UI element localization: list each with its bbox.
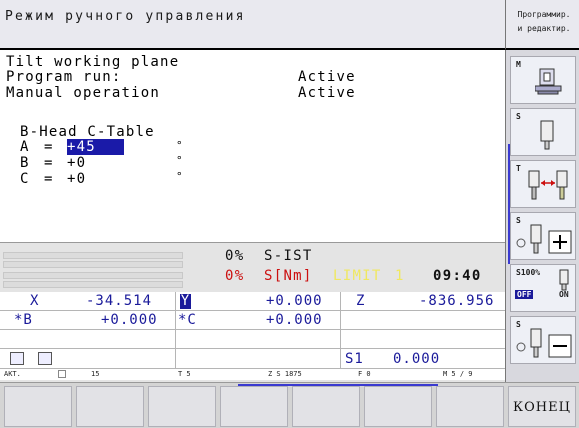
position-display: X -34.514 Y +0.000 Z -836.956 *B +0.000 … — [0, 292, 505, 349]
softkey-spindle[interactable]: S — [510, 108, 576, 156]
softkey-scroll-indicator — [508, 144, 510, 264]
tool-t-value: T 5 — [178, 370, 191, 378]
softkey-spindle-override[interactable]: S100% OFF ON — [510, 264, 576, 312]
axis-a-unit: ° — [176, 139, 183, 152]
axis-c-label: C — [20, 171, 30, 187]
tool-number: 15 — [91, 370, 100, 378]
axis-c-input[interactable]: +0 — [67, 171, 86, 187]
axis-a-input[interactable]: +45 — [67, 139, 124, 155]
position-row-empty — [0, 330, 505, 349]
header-bar: Режим ручного управления — [0, 0, 505, 50]
axis-c-unit: ° — [176, 170, 183, 183]
softkey-7[interactable] — [436, 386, 504, 427]
axis-b-eq: = — [44, 155, 54, 171]
s-ist-bar-secondary — [3, 261, 183, 268]
tilt-working-plane-panel: Tilt working plane Program run: Active M… — [0, 50, 505, 242]
akt-label: AKT. — [4, 370, 21, 378]
spindle-icon — [540, 120, 554, 150]
override-off-label: OFF — [515, 290, 534, 299]
softkey-6[interactable] — [364, 386, 432, 427]
s-nm-percent: 0% — [225, 268, 245, 284]
s-nm-bar-secondary — [3, 281, 183, 288]
tool-change-icon — [528, 170, 568, 200]
spindle-speed-value: Z S 1875 — [268, 370, 302, 378]
softkey-tool-change[interactable]: T — [510, 160, 576, 208]
softkey-2[interactable] — [76, 386, 144, 427]
softkey-3[interactable] — [148, 386, 216, 427]
s-ist-label: S-IST — [264, 248, 313, 264]
axis-a-eq: = — [44, 139, 54, 155]
mode-title: Режим ручного управления — [5, 9, 246, 24]
info-row: AKT. 15 T 5 Z S 1875 F 0 M 5 / 9 — [0, 369, 505, 380]
program-run-value[interactable]: Active — [298, 69, 356, 85]
akt-box — [58, 370, 66, 378]
axis-a-label: A — [20, 139, 30, 155]
softkey-spindle-minus[interactable]: S — [510, 316, 576, 364]
spindle-row: S1 0.000 — [0, 349, 505, 369]
limit-value: 1 — [395, 268, 405, 284]
axis-c-pos-label: *C — [178, 312, 197, 328]
axis-b-pos-label: *B — [14, 312, 33, 328]
softkey-end-button[interactable]: КОНЕЦ — [508, 386, 576, 427]
softkey-m-function[interactable]: M — [510, 56, 576, 104]
s-ist-bar — [3, 252, 183, 259]
m-function-value: M 5 / 9 — [443, 370, 473, 378]
axis-y-value: +0.000 — [266, 293, 323, 309]
axis-z-value: -836.956 — [419, 293, 495, 309]
axis-b-unit: ° — [176, 154, 183, 167]
manual-operation-value[interactable]: Active — [298, 85, 356, 101]
program-run-label: Program run: — [6, 69, 122, 85]
spindle-minus-icon — [516, 328, 572, 358]
axis-c-pos-value: +0.000 — [266, 312, 323, 328]
axis-z-label: Z — [356, 293, 366, 309]
s-nm-bar — [3, 272, 183, 279]
axis-y-label: Y — [180, 293, 191, 309]
spindle-plus-icon — [516, 224, 572, 254]
spindle-override-icon — [559, 269, 569, 291]
position-row: *B +0.000 *C +0.000 — [0, 311, 505, 330]
s-ist-percent: 0% — [225, 248, 245, 264]
tool-table-icon — [10, 352, 24, 365]
override-on-label: ON — [559, 290, 569, 299]
s-nm-label: S[Nm] — [264, 268, 313, 284]
right-softkey-panel: M S T S S100% OFF ON S — [505, 50, 579, 408]
machine-table-icon — [535, 68, 562, 95]
softkey-spindle-plus[interactable]: S — [510, 212, 576, 260]
clock-time: 09:40 — [433, 268, 482, 284]
axis-b-label: B — [20, 155, 30, 171]
spindle-label: S1 — [345, 351, 364, 367]
bottom-softkey-bar: КОНЕЦ — [0, 382, 579, 428]
workpiece-icon — [38, 352, 52, 365]
axis-x-value: -34.514 — [86, 293, 153, 309]
softkey-5[interactable] — [292, 386, 360, 427]
program-mode-box[interactable]: Программир. и редактир. — [505, 0, 579, 50]
end-button-label: КОНЕЦ — [513, 400, 571, 415]
limit-label: LIMIT — [333, 268, 382, 284]
softkey-4[interactable] — [220, 386, 288, 427]
spindle-value: 0.000 — [393, 351, 441, 367]
position-row: X -34.514 Y +0.000 Z -836.956 — [0, 292, 505, 311]
softkey-1[interactable] — [4, 386, 72, 427]
tilt-heading: Tilt working plane — [6, 54, 180, 70]
kinematics-label: B-Head C-Table — [20, 124, 155, 140]
axis-x-label: X — [30, 293, 40, 309]
axis-b-pos-value: +0.000 — [101, 312, 158, 328]
axis-b-input[interactable]: +0 — [67, 155, 86, 171]
axis-c-eq: = — [44, 171, 54, 187]
feed-value: F 0 — [358, 370, 371, 378]
manual-operation-label: Manual operation — [6, 85, 161, 101]
program-mode-label: Программир. и редактир. — [517, 10, 571, 33]
